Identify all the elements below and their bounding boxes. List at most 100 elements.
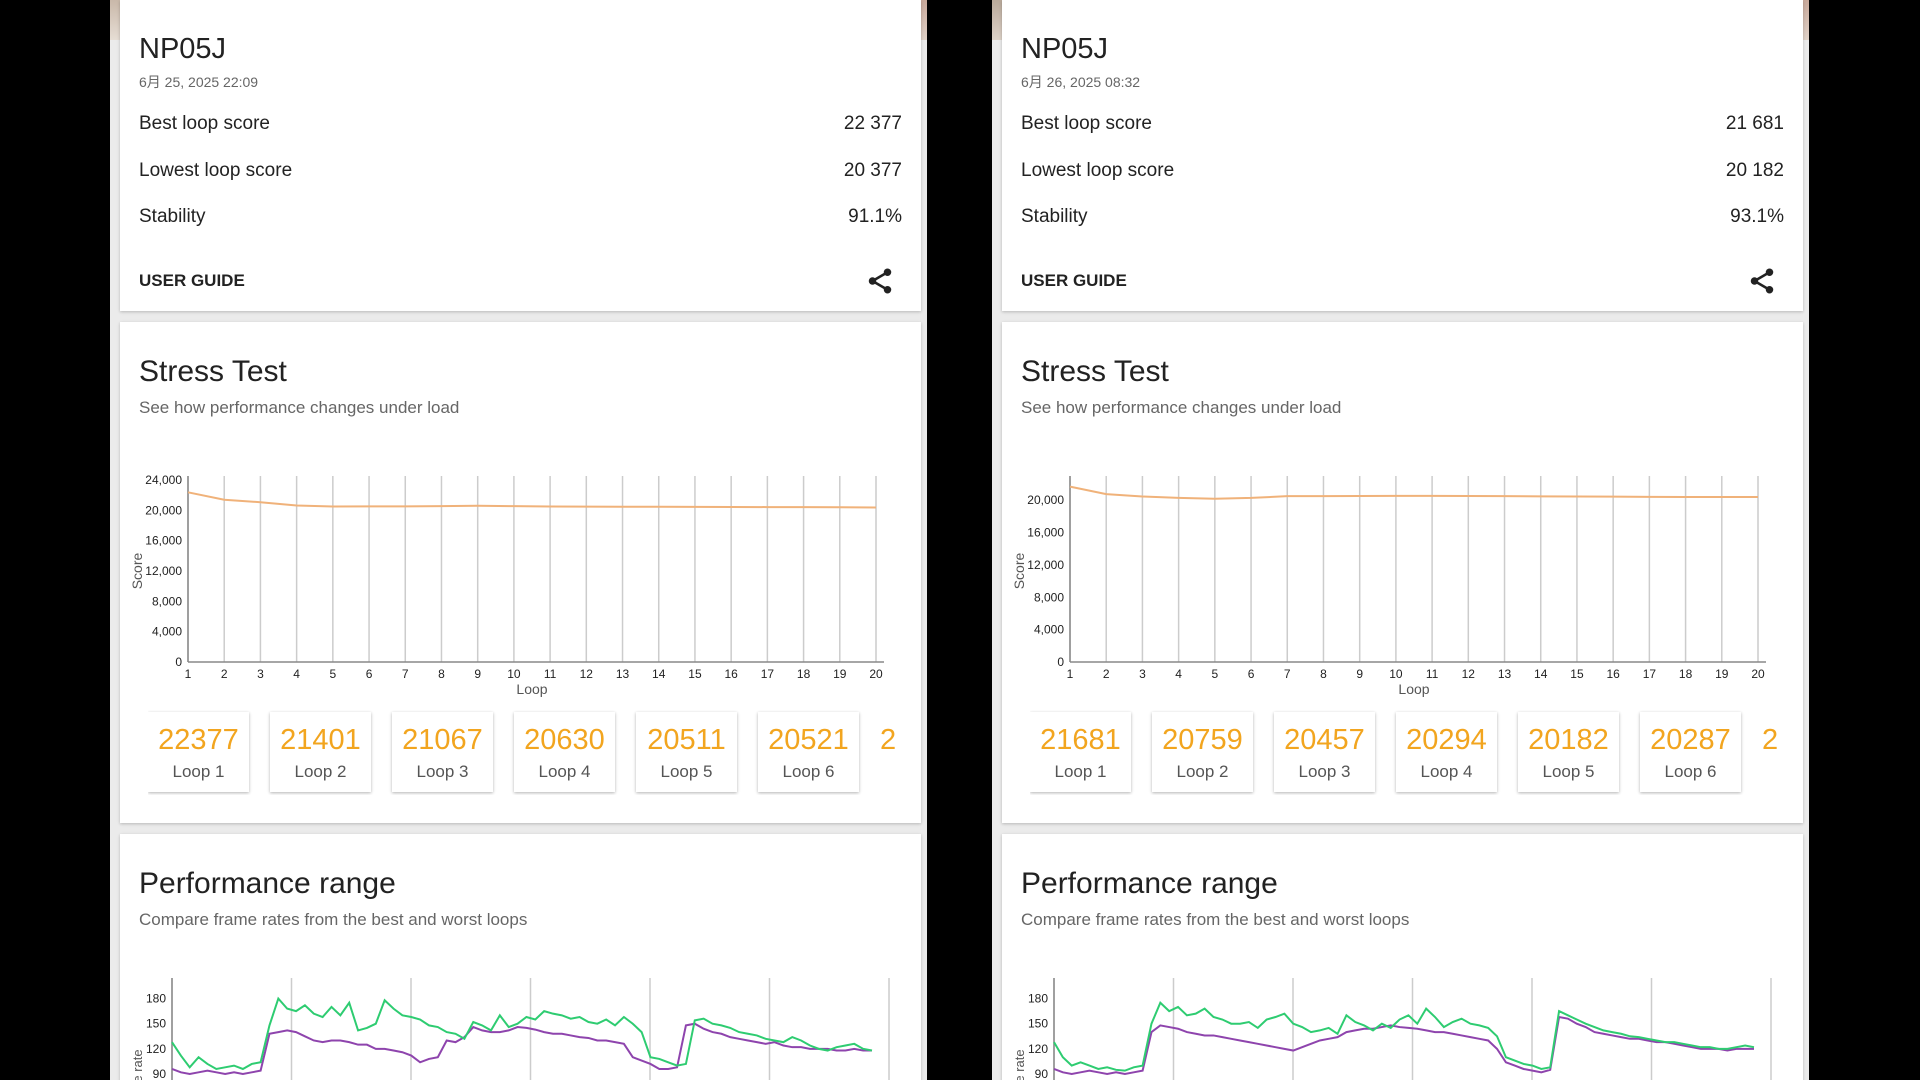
stat-value: 93.1% xyxy=(1730,206,1784,227)
y-tick-label: 150 xyxy=(146,1017,166,1031)
x-tick-label: 1 xyxy=(185,667,192,681)
y-tick-label: 120 xyxy=(1028,1042,1048,1056)
x-tick-label: 19 xyxy=(833,667,847,681)
user-guide-button[interactable]: USER GUIDE xyxy=(139,271,245,291)
loop-score-chip-partial[interactable]: 2 xyxy=(880,724,896,757)
x-tick-label: 6 xyxy=(366,667,373,681)
user-guide-button[interactable]: USER GUIDE xyxy=(1021,271,1127,291)
test-date: 6月 26, 2025 08:32 xyxy=(1021,74,1141,90)
x-tick-label: 15 xyxy=(688,667,702,681)
y-axis-label: Score xyxy=(1011,553,1027,590)
loop-score-list[interactable]: 22377 Loop 1 21401 Loop 2 21067 Loop 3 20630 Lo… xyxy=(148,710,900,795)
y-tick-label: 12,000 xyxy=(1027,558,1064,572)
results-panel-left: NP05J 6月 25, 2025 22:09 Best loop score … xyxy=(110,0,927,1080)
loop-score-chip[interactable]: 21681 Loop 1 xyxy=(1030,712,1131,792)
worst-loop-line xyxy=(171,1022,872,1076)
stat-row-stability: Stability 93.1% xyxy=(1021,206,1784,230)
x-tick-label: 11 xyxy=(1426,667,1439,681)
x-tick-label: 3 xyxy=(257,667,264,681)
loop-label: Loop 1 xyxy=(172,762,225,781)
best-loop-line xyxy=(171,996,873,1071)
test-date: 6月 25, 2025 22:09 xyxy=(139,74,259,90)
loop-label: Loop 6 xyxy=(782,762,835,781)
y-tick-label: 4,000 xyxy=(1034,623,1064,637)
y-tick-label: 120 xyxy=(146,1042,166,1056)
loop-score-value: 20511 xyxy=(647,724,726,756)
loop-score-value: 20182 xyxy=(1528,724,1609,756)
y-tick-label: 20,000 xyxy=(145,503,182,517)
loop-score-chip[interactable]: 20457 Loop 3 xyxy=(1274,712,1375,792)
x-tick-label: 17 xyxy=(761,667,775,681)
x-tick-label: 12 xyxy=(1462,667,1476,681)
x-tick-label: 16 xyxy=(724,667,738,681)
stat-row-lowest: Lowest loop score 20 182 xyxy=(1021,160,1784,184)
performance-range-card: Performance range Compare frame rates fr… xyxy=(1002,834,1803,1080)
loop-score-value: 20521 xyxy=(768,724,849,756)
loop-score-chip[interactable]: 20759 Loop 2 xyxy=(1152,712,1253,792)
loop-score-chip-partial[interactable]: 2 xyxy=(1762,724,1778,757)
y-tick-label: 8,000 xyxy=(152,594,182,608)
summary-card: NP05J 6月 26, 2025 08:32 Best loop score … xyxy=(1002,0,1803,311)
stat-value: 20 182 xyxy=(1725,160,1784,181)
loop-label: Loop 1 xyxy=(1054,762,1107,781)
y-axis-label: e rate xyxy=(1012,1049,1027,1080)
loop-score-chip[interactable]: 20182 Loop 5 xyxy=(1518,712,1619,792)
x-tick-label: 8 xyxy=(1320,667,1327,681)
stress-test-card: Stress Test See how performance changes … xyxy=(1002,322,1803,823)
performance-range-card: Performance range Compare frame rates fr… xyxy=(120,834,921,1080)
x-tick-label: 4 xyxy=(293,667,300,681)
best-loop-line xyxy=(1053,1001,1755,1072)
loop-score-chip[interactable]: 20294 Loop 4 xyxy=(1396,712,1497,792)
loop-label: Loop 4 xyxy=(538,762,591,781)
stat-value: 21 681 xyxy=(1725,113,1784,134)
loop-label: Loop 4 xyxy=(1420,762,1473,781)
loop-score-chip[interactable]: 20630 Loop 4 xyxy=(514,712,615,792)
x-tick-label: 3 xyxy=(1139,667,1146,681)
stat-label: Lowest loop score xyxy=(139,160,293,181)
stat-value: 20 377 xyxy=(843,160,902,181)
y-tick-label: 24,000 xyxy=(145,473,182,487)
y-tick-label: 4,000 xyxy=(152,625,182,639)
summary-card: NP05J 6月 25, 2025 22:09 Best loop score … xyxy=(120,0,921,311)
share-icon[interactable] xyxy=(1747,266,1777,296)
loop-score-chip[interactable]: 21067 Loop 3 xyxy=(392,712,493,792)
x-tick-label: 5 xyxy=(329,667,336,681)
y-tick-label: 8,000 xyxy=(1034,590,1064,604)
loop-score-value: 20630 xyxy=(524,724,605,756)
stat-row-best: Best loop score 21 681 xyxy=(1021,113,1784,137)
x-tick-label: 18 xyxy=(1679,667,1693,681)
loop-score-chip[interactable]: 20511 Loop 5 xyxy=(636,712,737,792)
y-axis-label: Score xyxy=(129,553,145,590)
loop-score-chip[interactable]: 20521 Loop 6 xyxy=(758,712,859,792)
loop-label: Loop 3 xyxy=(416,762,469,781)
x-tick-label: 7 xyxy=(402,667,409,681)
loop-score-chip[interactable]: 22377 Loop 1 xyxy=(148,712,249,792)
loop-score-value: 20294 xyxy=(1406,724,1487,756)
y-tick-label: 16,000 xyxy=(145,534,182,548)
stress-test-card: Stress Test See how performance changes … xyxy=(120,322,921,823)
loop-score-value: 21681 xyxy=(1040,724,1121,756)
y-axis-label: e rate xyxy=(130,1049,145,1080)
stat-row-best: Best loop score 22 377 xyxy=(139,113,902,137)
score-series-line xyxy=(1069,485,1758,500)
y-tick-label: 20,000 xyxy=(1027,493,1064,507)
worst-loop-line xyxy=(1053,1015,1754,1076)
x-tick-label: 20 xyxy=(869,667,883,681)
loop-score-chip[interactable]: 20287 Loop 6 xyxy=(1640,712,1741,792)
score-series-line xyxy=(187,491,877,509)
y-tick-label: 16,000 xyxy=(1027,526,1064,540)
x-tick-label: 18 xyxy=(797,667,811,681)
loop-score-list[interactable]: 21681 Loop 1 20759 Loop 2 20457 Loop 3 20294 Lo… xyxy=(1030,710,1782,795)
loop-score-chip[interactable]: 21401 Loop 2 xyxy=(270,712,371,792)
loop-score-value: 21067 xyxy=(402,724,483,756)
x-tick-label: 12 xyxy=(580,667,594,681)
stat-label: Stability xyxy=(1021,206,1088,227)
share-icon[interactable] xyxy=(865,266,895,296)
frame-rate-chart: 90 120 150 180 e rate xyxy=(1012,978,1772,1080)
x-tick-label: 8 xyxy=(438,667,445,681)
y-tick-label: 90 xyxy=(153,1067,167,1080)
x-tick-label: 20 xyxy=(1751,667,1765,681)
loop-label: Loop 3 xyxy=(1298,762,1351,781)
x-tick-label: 15 xyxy=(1570,667,1584,681)
y-tick-label: 180 xyxy=(1028,992,1048,1006)
